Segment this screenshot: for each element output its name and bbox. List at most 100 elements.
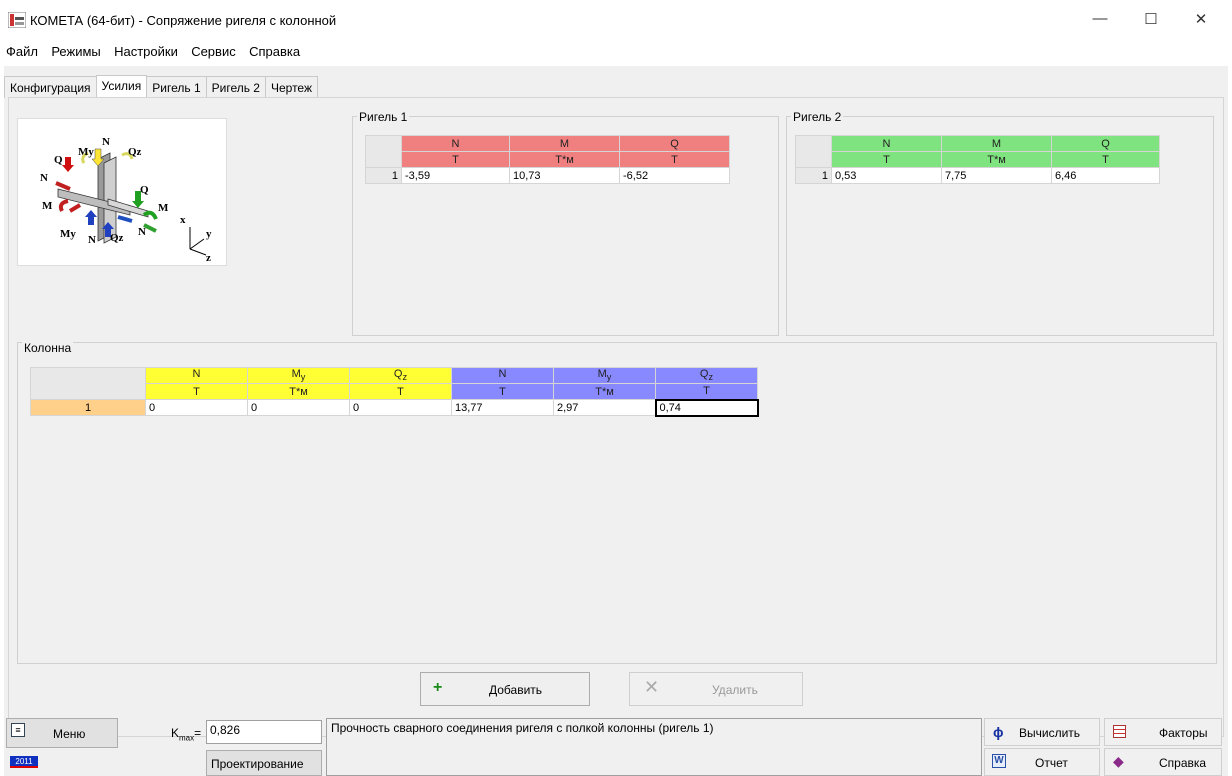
rigel-1-q-cell[interactable]: -6,52 (619, 167, 730, 184)
close-button[interactable]: ✕ (1186, 10, 1216, 30)
unit-my-1: Т*м (247, 383, 350, 400)
minimize-button[interactable]: — (1085, 10, 1115, 30)
joint-diagram: N My Qz Q N Q M M My N Qz N x y z (17, 118, 227, 266)
header-qz-1: Qz (349, 367, 452, 384)
axis-y-label: y (206, 228, 212, 240)
header-qz-2: Qz (655, 367, 758, 384)
word-icon: W (992, 754, 1006, 768)
header-n: N (401, 135, 510, 152)
add-button[interactable]: + Добавить (420, 672, 590, 706)
menu-modes[interactable]: Режимы (45, 40, 104, 59)
menu-file[interactable]: Файл (0, 40, 42, 59)
rigel-1-title: Ригель 1 (357, 110, 410, 124)
unit-n-2: Т (451, 383, 554, 400)
calculate-button[interactable]: ϕ Вычислить (984, 718, 1100, 746)
kmax-label: Kmax= (171, 726, 202, 743)
table-corner (365, 135, 402, 168)
report-button[interactable]: W Отчет (984, 748, 1100, 776)
rigel-1-m-cell[interactable]: 10,73 (509, 167, 620, 184)
menu-help[interactable]: Справка (243, 40, 304, 59)
menu-service[interactable]: Сервис (185, 40, 240, 59)
phi-icon: ϕ (993, 724, 1004, 740)
header-q: Q (619, 135, 730, 152)
book-icon: ◆ (1113, 753, 1124, 769)
diagram-label-my-bottom: My (60, 228, 76, 240)
unit-my-2: Т*м (553, 383, 656, 400)
header-my-1: My (247, 367, 350, 384)
design-button[interactable]: Проектирование (206, 750, 322, 776)
app-icon (8, 12, 26, 28)
diagram-label-q-right: Q (140, 184, 149, 196)
header-my-2: My (553, 367, 656, 384)
window-title: КОМЕТА (64-бит) - Сопряжение ригеля с ко… (30, 13, 337, 28)
unit-n: Т (401, 151, 510, 168)
unit-n: Т (831, 151, 942, 168)
table-corner (30, 367, 146, 400)
axis-z-label: z (206, 252, 211, 264)
rigel-2-table: N M Q Т Т*м Т 1 0,53 7,75 6,46 (795, 135, 1160, 184)
row-number: 1 (795, 167, 832, 184)
diagram-label-m-left: M (42, 200, 53, 212)
rigel-2-m-cell[interactable]: 7,75 (941, 167, 1052, 184)
column-qz-1-cell[interactable]: 0 (349, 399, 452, 416)
delete-button-label: Удалить (712, 683, 758, 697)
diagram-label-n-top: N (102, 136, 110, 148)
help-button-label: Справка (1159, 756, 1207, 770)
header-n-2: N (451, 367, 554, 384)
column-n-1-cell[interactable]: 0 (145, 399, 248, 416)
tab-strip: Конфигурация Усилия Ригель 1 Ригель 2 Чертеж (4, 74, 318, 99)
unit-qz-2: Т (655, 383, 758, 400)
rigel-2-q-cell[interactable]: 6,46 (1051, 167, 1160, 184)
column-my-2-cell[interactable]: 2,97 (553, 399, 656, 416)
rigel-2-group: Ригель 2 N M Q Т Т*м Т 1 0,53 7,75 6,46 (786, 110, 1214, 336)
rigel-1-group: Ригель 1 N M Q Т Т*м Т 1 -3,59 10,73 -6,… (352, 110, 779, 336)
header-n: N (831, 135, 942, 152)
unit-m: Т*м (941, 151, 1052, 168)
header-m: M (941, 135, 1052, 152)
delete-button[interactable]: ✕ Удалить (629, 672, 803, 706)
unit-n-1: Т (145, 383, 248, 400)
rigel-1-n-cell[interactable]: -3,59 (401, 167, 510, 184)
menu-button[interactable]: ≡ Меню (6, 718, 118, 748)
diagram-label-my-top: My (78, 146, 94, 158)
help-button[interactable]: ◆ Справка (1104, 748, 1222, 776)
axis-x-label: x (180, 214, 186, 226)
menu-settings[interactable]: Настройки (108, 40, 182, 59)
maximize-button[interactable]: ☐ (1136, 10, 1166, 30)
year-badge: 2011 (10, 756, 38, 768)
unit-m: Т*м (509, 151, 620, 168)
client-area: Конфигурация Усилия Ригель 1 Ригель 2 Чертеж (4, 66, 1228, 776)
tab-rigel-1[interactable]: Ригель 1 (146, 76, 207, 98)
unit-qz-1: Т (349, 383, 452, 400)
diagram-label-q-left: Q (54, 154, 63, 166)
column-my-1-cell[interactable]: 0 (247, 399, 350, 416)
diagram-label-qz-top: Qz (128, 146, 142, 158)
factors-button[interactable]: Факторы (1104, 718, 1222, 746)
rigel-1-table: N M Q Т Т*м Т 1 -3,59 10,73 -6,52 (365, 135, 730, 184)
delete-x-icon: ✕ (644, 677, 660, 697)
report-button-label: Отчет (1035, 756, 1068, 770)
column-title: Колонна (22, 341, 74, 355)
unit-q: Т (1051, 151, 1160, 168)
column-group: Колонна N My Qz N My Qz Т Т*м Т Т Т*м Т … (17, 341, 1217, 664)
column-n-2-cell[interactable]: 13,77 (451, 399, 554, 416)
header-n-1: N (145, 367, 248, 384)
table-corner (795, 135, 832, 168)
tab-configuration[interactable]: Конфигурация (4, 76, 97, 98)
row-number: 1 (365, 167, 402, 184)
menu-icon: ≡ (11, 723, 25, 737)
menu-button-label: Меню (53, 727, 86, 741)
kmax-value-field: 0,826 (206, 720, 322, 744)
diagram-label-m-right: M (158, 202, 169, 214)
add-button-label: Добавить (489, 683, 543, 697)
tab-rigel-2[interactable]: Ригель 2 (205, 76, 266, 98)
tab-forces[interactable]: Усилия (95, 75, 148, 99)
rigel-2-n-cell[interactable]: 0,53 (831, 167, 942, 184)
tab-drawing[interactable]: Чертеж (264, 76, 318, 98)
tab-page-forces: N My Qz Q N Q M M My N Qz N x y z Ригель… (8, 97, 1224, 737)
joint-diagram-image: N My Qz Q N Q M M My N Qz N x y z (40, 136, 212, 264)
diagram-label-n-bottom: N (88, 234, 96, 246)
column-qz-2-cell[interactable]: 0,74 (654, 398, 759, 417)
factors-button-label: Факторы (1159, 726, 1208, 740)
header-q: Q (1051, 135, 1160, 152)
